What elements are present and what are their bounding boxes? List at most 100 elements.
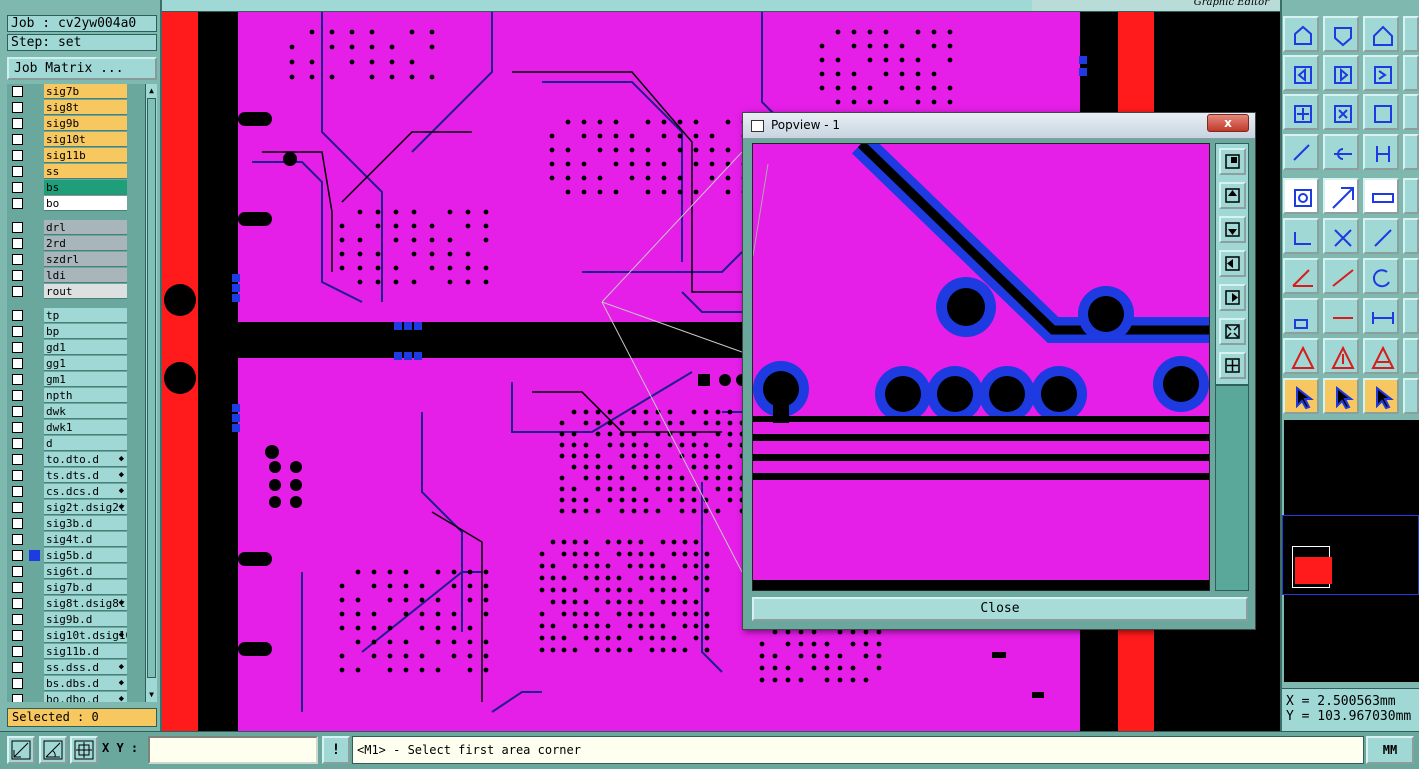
layer-row[interactable]: sig7b [7, 84, 129, 99]
layer-checkbox[interactable] [12, 358, 23, 369]
cross-icon[interactable] [1323, 218, 1359, 254]
fit-left-icon[interactable] [1283, 55, 1319, 91]
layer-name[interactable]: bp [44, 324, 127, 339]
layer-name[interactable]: 2rd [44, 236, 127, 251]
layer-checkbox[interactable] [12, 678, 23, 689]
layer-checkbox[interactable] [12, 238, 23, 249]
layer-name[interactable]: bo [44, 196, 127, 211]
layer-row[interactable]: sig10t.dsig10t.d◆ [7, 628, 129, 643]
line-icon[interactable] [1323, 258, 1359, 294]
layer-name[interactable]: sig7b [44, 84, 127, 99]
layer-row[interactable]: sig9b [7, 116, 129, 131]
layer-checkbox[interactable] [12, 406, 23, 417]
layer-checkbox[interactable] [12, 454, 23, 465]
layer-row[interactable]: cs.dcs.d ◆ [7, 484, 129, 499]
layer-row[interactable]: sig8t.dsig8t.d◆ [7, 596, 129, 611]
message-alert-button[interactable]: ! [322, 736, 350, 764]
layer-checkbox[interactable] [12, 150, 23, 161]
layer-checkbox[interactable] [12, 630, 23, 641]
layer-list-scrollbar[interactable]: ▲ ▼ [145, 84, 157, 702]
layer-checkbox[interactable] [12, 614, 23, 625]
layer-name[interactable]: bs [44, 180, 127, 195]
layer-checkbox[interactable] [12, 118, 23, 129]
snap-icon[interactable] [7, 736, 35, 764]
zoom-all-icon[interactable] [1323, 94, 1359, 130]
grid-icon[interactable] [70, 736, 98, 764]
hline-icon[interactable] [1323, 298, 1359, 334]
layer-name[interactable]: szdrl [44, 252, 127, 267]
layer-name[interactable]: sig6t.d [44, 564, 127, 579]
scroll-up-icon[interactable]: ▲ [147, 86, 156, 96]
layer-name[interactable]: sig7b.d [44, 580, 127, 595]
layer-name[interactable]: ts.dts.d ◆ [44, 468, 127, 483]
ratio-icon[interactable] [1363, 94, 1399, 130]
layer-name[interactable]: npth [44, 388, 127, 403]
layer-row[interactable]: gg1 [7, 356, 129, 371]
tool-button-partial[interactable] [1403, 16, 1419, 52]
layer-row[interactable]: sig3b.d [7, 516, 129, 531]
layer-name[interactable]: gg1 [44, 356, 127, 371]
layer-checkbox[interactable] [12, 134, 23, 145]
layer-name[interactable]: sig9b.d [44, 612, 127, 627]
layer-row[interactable]: sig11b.d [7, 644, 129, 659]
tool-button-partial[interactable] [1403, 94, 1419, 130]
layer-row[interactable]: sig10t [7, 132, 129, 147]
zoom-box-icon[interactable] [1283, 94, 1319, 130]
pan-up-icon[interactable] [1219, 182, 1246, 209]
layer-checkbox[interactable] [12, 390, 23, 401]
layer-row[interactable]: sig7b.d [7, 580, 129, 595]
layer-row[interactable]: dwk [7, 404, 129, 419]
layer-row[interactable]: ss.dss.d ◆ [7, 660, 129, 675]
layer-row[interactable]: ss [7, 164, 129, 179]
layer-checkbox[interactable] [12, 486, 23, 497]
layer-row[interactable]: d [7, 436, 129, 451]
layer-checkbox[interactable] [12, 166, 23, 177]
home-down-icon[interactable] [1323, 16, 1359, 52]
layer-name[interactable]: tp [44, 308, 127, 323]
arc-icon[interactable] [1363, 218, 1399, 254]
rotate-icon[interactable] [1363, 258, 1399, 294]
layer-row[interactable]: bo.dbo.d ◆ [7, 692, 129, 702]
scroll-thumb[interactable] [147, 98, 156, 678]
tri-c-icon[interactable] [1363, 338, 1399, 374]
pan-left-icon[interactable] [1219, 250, 1246, 277]
layer-checkbox[interactable] [12, 470, 23, 481]
layer-name[interactable]: sig8t.dsig8t.d◆ [44, 596, 127, 611]
tri-a-icon[interactable] [1283, 338, 1319, 374]
tool-button-partial[interactable] [1403, 338, 1419, 374]
pointer-box-icon[interactable] [1323, 378, 1359, 414]
layer-row[interactable]: npth [7, 388, 129, 403]
layer-row[interactable]: sig4t.d [7, 532, 129, 547]
layer-name[interactable]: sig2t.dsig2t.d◆ [44, 500, 127, 515]
layer-name[interactable]: sig3b.d [44, 516, 127, 531]
layer-row[interactable]: to.dto.d ◆ [7, 452, 129, 467]
layer-row[interactable]: ts.dts.d ◆ [7, 468, 129, 483]
layer-row[interactable]: drl [7, 220, 129, 235]
layer-checkbox[interactable] [12, 662, 23, 673]
zoomed-pcb-view[interactable] [753, 144, 1209, 590]
layer-row[interactable]: sig8t [7, 100, 129, 115]
select-point-icon[interactable] [1283, 178, 1319, 214]
fit-right-icon[interactable] [1323, 55, 1359, 91]
layer-name[interactable]: ss.dss.d ◆ [44, 660, 127, 675]
layer-name[interactable]: bs.dbs.d ◆ [44, 676, 127, 691]
measure-icon[interactable] [39, 736, 67, 764]
layer-row[interactable]: sig9b.d [7, 612, 129, 627]
layer-checkbox[interactable] [12, 646, 23, 657]
popview-zoom-view[interactable] [752, 143, 1210, 591]
layer-name[interactable]: drl [44, 220, 127, 235]
house-icon[interactable] [1363, 16, 1399, 52]
zoom-fit-icon[interactable] [1219, 148, 1246, 175]
pan-right-icon[interactable] [1219, 284, 1246, 311]
angle-icon[interactable] [1283, 258, 1319, 294]
layer-checkbox[interactable] [12, 342, 23, 353]
layer-checkbox[interactable] [12, 550, 23, 561]
layer-checkbox[interactable] [12, 422, 23, 433]
tool-button-partial[interactable] [1403, 55, 1419, 91]
layer-row[interactable]: dwk1 [7, 420, 129, 435]
layer-checkbox[interactable] [12, 518, 23, 529]
layer-row[interactable]: gm1 [7, 372, 129, 387]
layer-name[interactable]: rout [44, 284, 127, 299]
probe-icon[interactable] [1283, 134, 1319, 170]
job-matrix-button[interactable]: Job Matrix ... [7, 57, 157, 80]
